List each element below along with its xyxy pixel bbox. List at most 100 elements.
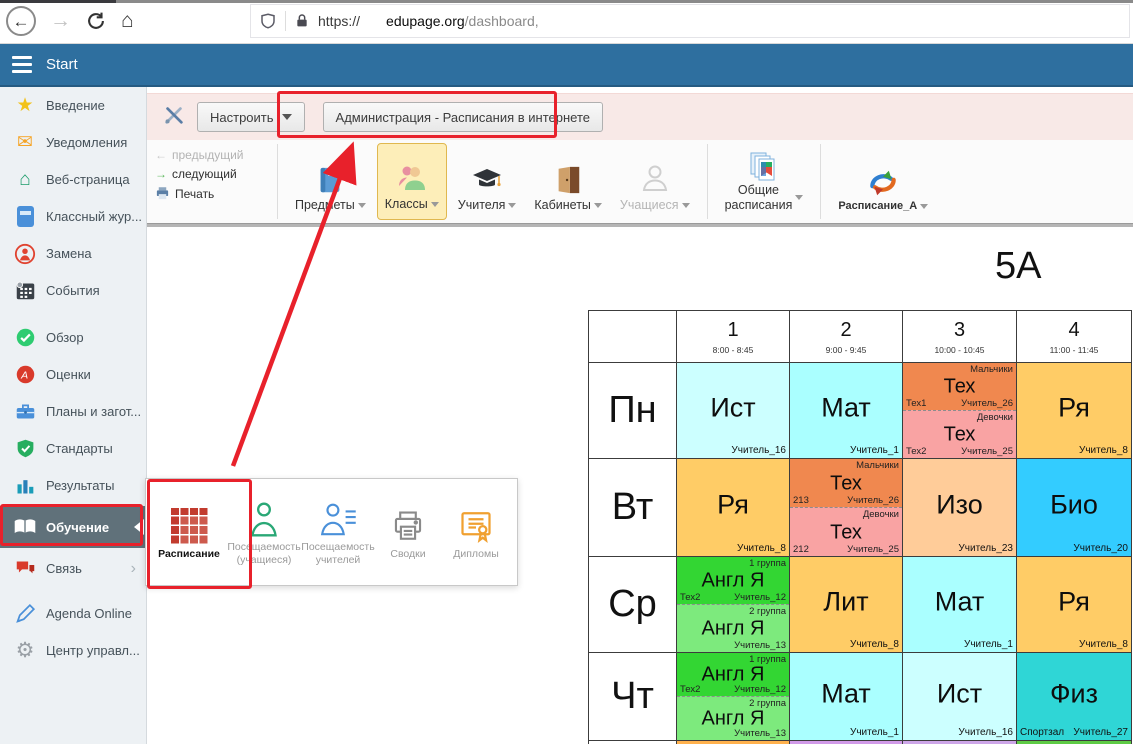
sidebar-item-web-page[interactable]: ⌂ Веб-страница bbox=[0, 161, 146, 198]
chat-bubbles-icon bbox=[13, 557, 37, 581]
shield-icon[interactable] bbox=[259, 12, 277, 30]
lesson-cell[interactable]: Лит Учитель_8 bbox=[790, 557, 903, 653]
lesson-subcell[interactable]: Мальчики Тех 213Учитель_26 bbox=[790, 459, 902, 507]
sidebar-item-plany[interactable]: Планы и загот... bbox=[0, 393, 146, 430]
subject: Мат bbox=[903, 586, 1016, 617]
popup-item-attendance-students[interactable]: Посещаемость(учащиеся) bbox=[228, 497, 300, 566]
rooms-button[interactable]: Кабинеты bbox=[527, 143, 609, 220]
lesson-cell[interactable]: Био Учитель_20 bbox=[1017, 459, 1132, 557]
configure-button[interactable]: Настроить bbox=[197, 102, 305, 132]
sidebar-item-obzor[interactable]: Обзор bbox=[0, 319, 146, 356]
subject: Био bbox=[1017, 489, 1131, 520]
day-label: Ср bbox=[589, 557, 677, 653]
classes-button[interactable]: Классы bbox=[377, 143, 447, 220]
lesson-cell[interactable]: Мат Учитель_1 bbox=[790, 653, 903, 741]
lesson-subcell[interactable]: Девочки Тех Тех2Учитель_25 bbox=[903, 410, 1016, 458]
popup-label: Посещаемость bbox=[227, 541, 300, 553]
teacher: Учитель_1 bbox=[850, 727, 899, 738]
lesson-cell[interactable]: Физ Спортзал Учитель_27 bbox=[1017, 653, 1132, 741]
lesson-subcell[interactable]: 1 группа Англ Я Тех2Учитель_12 bbox=[677, 557, 789, 604]
back-button[interactable]: ← bbox=[6, 6, 36, 36]
sidebar-item-agenda-online[interactable]: Agenda Online bbox=[0, 595, 146, 632]
sidebar: ★ Введение ✉ Уведомления ⌂ Веб-страница … bbox=[0, 87, 147, 744]
lesson-cell-split[interactable]: Мальчики Тех Тех1Учитель_26 Девочки Тех … bbox=[903, 363, 1017, 459]
lesson-cell[interactable]: Ря Учитель_8 bbox=[1017, 557, 1132, 653]
period-number: 1 bbox=[727, 319, 738, 342]
popup-item-attendance-teachers[interactable]: Посещаемостьучителей bbox=[300, 497, 376, 566]
lesson-cell-split[interactable]: 1 группа Англ Я Тех2Учитель_12 2 группа … bbox=[677, 557, 790, 653]
common-timetables-button[interactable]: Общиерасписания bbox=[718, 143, 811, 220]
lesson-cell[interactable]: Мат Учитель_1 bbox=[903, 557, 1017, 653]
admin-timetables-button[interactable]: Администрация - Расписания в интернете bbox=[323, 102, 603, 132]
mail-icon: ✉ bbox=[13, 131, 37, 155]
lesson-subcell[interactable]: Девочки Тех 212Учитель_25 bbox=[790, 507, 902, 556]
url-host: edupage.org bbox=[386, 13, 465, 29]
dropdown-arrow-icon bbox=[508, 203, 516, 208]
period-header: 3 10:00 - 10:45 bbox=[903, 311, 1017, 363]
lesson-cell[interactable]: Ря Учитель_8 bbox=[677, 459, 790, 557]
sidebar-item-ocenki[interactable]: A Оценки bbox=[0, 356, 146, 393]
sidebar-item-svyaz[interactable]: Связь › bbox=[0, 550, 146, 587]
lesson-cell-split[interactable]: Мальчики Тех 213Учитель_26 Девочки Тех 2… bbox=[790, 459, 903, 557]
lesson-cell[interactable]: Мат Учитель_1 bbox=[790, 363, 903, 459]
sidebar-item-uvedomleniya[interactable]: ✉ Уведомления bbox=[0, 124, 146, 161]
print-link[interactable]: Печать bbox=[155, 186, 269, 201]
teacher: Учитель_1 bbox=[850, 445, 899, 456]
period-time: 9:00 - 9:45 bbox=[826, 345, 867, 355]
students-button[interactable]: Учащиеся bbox=[613, 143, 697, 220]
teacher: Учитель_8 bbox=[737, 543, 786, 554]
sidebar-label: Уведомления bbox=[46, 135, 127, 150]
app-header: Start bbox=[0, 44, 1133, 87]
sidebar-label: Замена bbox=[46, 246, 92, 261]
next-link[interactable]: → следующий bbox=[155, 167, 269, 181]
room: Спортзал bbox=[1020, 727, 1064, 738]
teacher: Учитель_27 bbox=[1073, 727, 1128, 738]
lesson-cell-split[interactable]: 1 группа Англ Я Тех2Учитель_12 2 группа … bbox=[677, 653, 790, 741]
refresh-icon[interactable] bbox=[85, 10, 107, 32]
period-header: 4 11:00 - 11:45 bbox=[1017, 311, 1132, 363]
lesson-subcell[interactable]: 1 группа Англ Я Тех2Учитель_12 bbox=[677, 653, 789, 696]
bar-chart-icon bbox=[13, 474, 37, 498]
period-number: 3 bbox=[954, 319, 965, 342]
schedule-a-button[interactable]: Расписание_А bbox=[831, 143, 935, 220]
lesson-cell[interactable]: Ист Учитель_16 bbox=[903, 653, 1017, 741]
url-bar[interactable]: https:// edupage.org /dashboard, bbox=[250, 4, 1130, 38]
sidebar-item-sobytiya[interactable]: События bbox=[0, 272, 146, 309]
lesson-cell[interactable]: Ист Учитель_16 bbox=[677, 363, 790, 459]
subject: Мат bbox=[790, 392, 902, 423]
home-icon[interactable]: ⌂ bbox=[121, 9, 134, 33]
forward-button[interactable]: → bbox=[50, 9, 71, 33]
sidebar-label: Оценки bbox=[46, 367, 91, 382]
sidebar-item-standarty[interactable]: Стандарты bbox=[0, 430, 146, 467]
lesson-cell[interactable]: Ря Учитель_8 bbox=[1017, 363, 1132, 459]
class-title: 5А bbox=[995, 245, 1041, 288]
sidebar-item-rezultaty[interactable]: Результаты bbox=[0, 467, 146, 504]
subjects-button[interactable]: Предметы bbox=[288, 143, 373, 220]
sidebar-item-class-journal[interactable]: Классный жур... bbox=[0, 198, 146, 235]
teacher: Учитель_26 bbox=[961, 398, 1013, 409]
sidebar-item-control-center[interactable]: ⚙ Центр управл... bbox=[0, 632, 146, 669]
lesson-subcell[interactable]: 2 группа Англ Я Учитель_13 bbox=[677, 696, 789, 740]
subject: Англ Я bbox=[677, 618, 789, 641]
timetable-view: 5А 1 8:00 - 8:45 2 9:00 - 9:45 3 10:00 -… bbox=[147, 227, 1133, 744]
teacher: Учитель_8 bbox=[850, 639, 899, 650]
sidebar-label: Планы и загот... bbox=[46, 404, 141, 419]
sidebar-item-obuchenie[interactable]: Обучение bbox=[0, 506, 146, 548]
teachers-button[interactable]: Учителя bbox=[451, 143, 524, 220]
printer-outline-icon bbox=[391, 504, 425, 548]
room: Тех2 bbox=[906, 446, 926, 457]
popup-item-timetable[interactable]: Расписание bbox=[150, 504, 228, 561]
lesson-cell[interactable]: Изо Учитель_23 bbox=[903, 459, 1017, 557]
period-time: 8:00 - 8:45 bbox=[713, 345, 754, 355]
lesson-subcell[interactable]: 2 группа Англ Я Учитель_13 bbox=[677, 604, 789, 652]
period-number: 4 bbox=[1068, 319, 1079, 342]
popup-item-reports[interactable]: Сводки bbox=[376, 504, 440, 561]
sidebar-item-vvedenie[interactable]: ★ Введение bbox=[0, 87, 146, 124]
lesson-subcell[interactable]: Мальчики Тех Тех1Учитель_26 bbox=[903, 363, 1016, 410]
day-label: Пн bbox=[589, 363, 677, 459]
room: Тех1 bbox=[906, 398, 926, 409]
popup-label: Сводки bbox=[390, 548, 425, 561]
sidebar-item-zamena[interactable]: Замена bbox=[0, 235, 146, 272]
popup-item-diplomas[interactable]: Дипломы bbox=[440, 504, 512, 561]
hamburger-menu-icon[interactable] bbox=[12, 56, 32, 73]
